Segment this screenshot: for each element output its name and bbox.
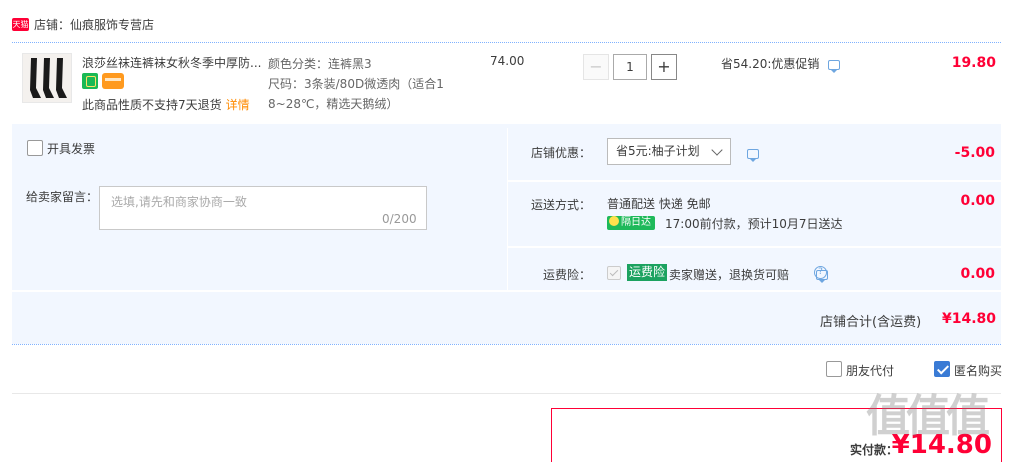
insurance-checkbox [607,266,621,280]
chat-icon[interactable] [828,59,841,73]
product-thumbnail[interactable] [22,53,72,103]
shipping-label: 运送方式： [531,198,592,212]
shop-total-label: 店铺合计(含运费) [820,315,922,330]
divider [12,290,1001,292]
shipping-value: 0.00 [960,193,995,209]
service-icons [82,73,124,89]
divider [12,42,1001,43]
anonymous-purchase-checkbox[interactable] [934,361,950,377]
chevron-down-icon [711,144,723,156]
promo-info: 省54.20:优惠促销 [721,55,841,73]
memo-char-count: 0/200 [382,212,417,226]
friend-pay-checkbox[interactable] [826,361,842,377]
promo-text: 省54.20:优惠促销 [721,57,820,71]
discount-selected-value: 省5元:柚子计划 [616,144,700,158]
next-day-badge-text: 隔日达 [621,217,651,228]
divider [508,246,1001,248]
divider [12,344,1001,345]
lightning-icon [609,216,619,226]
quantity-increase-button[interactable]: + [651,54,677,80]
detail-link[interactable]: 详情 [226,98,250,112]
no-return-text: 此商品性质不支持7天退货 [82,98,222,112]
shipping-eta: 17:00前付款，预计10月7日送达 [665,217,843,231]
discount-label: 店铺优惠： [531,146,592,160]
divider [507,128,508,290]
next-day-badge: 隔日达 [607,216,655,230]
sku-info: 颜色分类：连裤黑3 尺码：3条装/80D微透肉（适合1 8~28℃，精选天鹅绒） [268,54,458,114]
invoice-label[interactable]: 开具发票 [47,140,95,157]
sku-line: 尺码：3条装/80D微透肉（适合1 [268,77,444,91]
chat-icon[interactable] [747,148,759,162]
credit-card-icon [102,73,124,89]
help-icon[interactable]: ? [814,266,827,279]
friend-pay-label[interactable]: 朋友代付 [846,362,894,379]
discount-select[interactable]: 省5元:柚子计划 [607,138,731,165]
divider [12,393,1001,394]
insurance-text: 卖家赠送，退换货可赔 [669,268,790,282]
anonymous-purchase-label[interactable]: 匿名购买 [954,362,1002,379]
no-return-notice: 此商品性质不支持7天退货 详情 [82,96,250,113]
shipping-method: 普通配送 快递 免邮 [607,197,711,211]
memo-placeholder: 选填,请先和商家协商一致 [111,195,247,209]
quantity-input[interactable]: 1 [613,54,647,80]
insurance-badge: 运费险 [627,264,668,281]
stocking-icon [30,58,67,98]
quantity-decrease-button[interactable]: − [583,54,609,80]
watermark: 值值值 [866,391,990,442]
sku-line: 颜色分类：连裤黑3 [268,57,372,71]
memo-label: 给卖家留言： [26,190,99,204]
tmall-badge: 天猫 [12,18,29,31]
item-subtotal: 19.80 [951,55,996,71]
discount-value: -5.00 [954,145,995,161]
shop-total-value: ¥14.80 [941,311,996,327]
guarantee-icon [82,73,98,89]
insurance-value: 0.00 [960,266,995,282]
product-title-link[interactable]: 浪莎丝袜连裤袜女秋冬季中厚防... [82,54,264,71]
sku-line: 8~28℃，精选天鹅绒） [268,97,399,111]
divider [508,180,1001,182]
unit-price: 74.00 [490,54,525,68]
insurance-label: 运费险： [543,268,592,282]
invoice-checkbox[interactable] [27,140,43,156]
shop-name[interactable]: 店铺：仙痕服饰专营店 [34,16,154,33]
